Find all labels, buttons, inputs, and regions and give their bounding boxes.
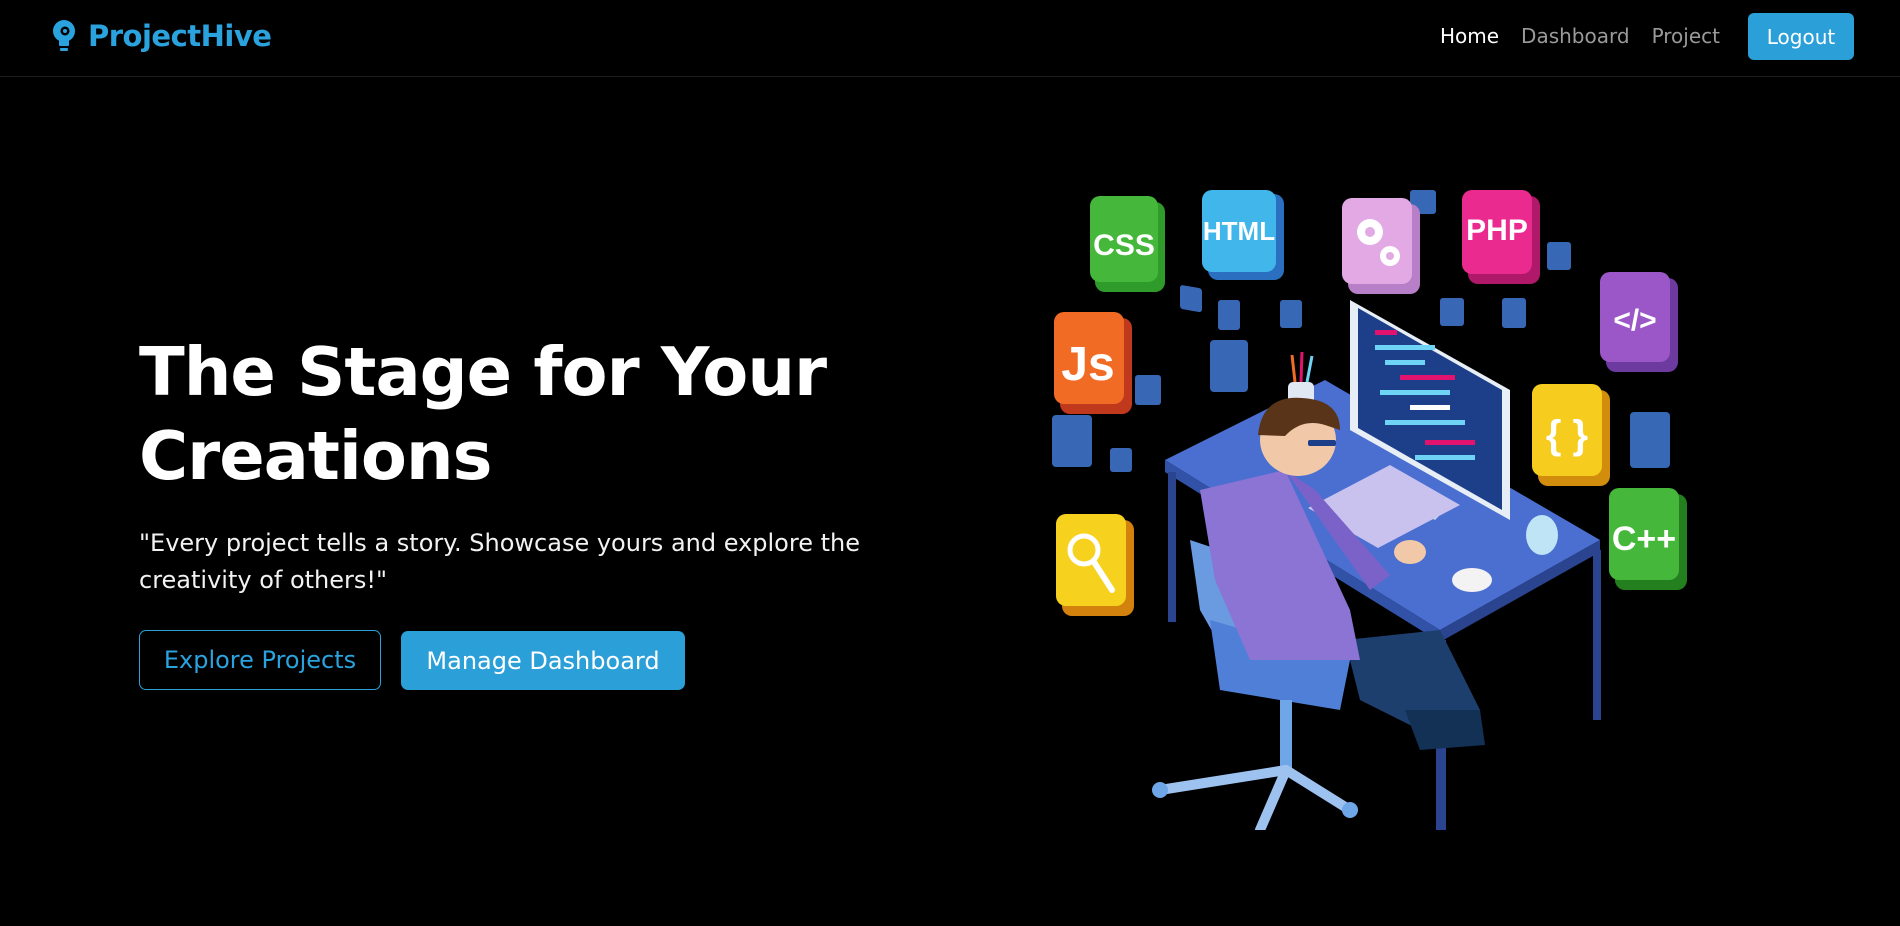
braces-tile-icon: { } — [1532, 384, 1610, 486]
nav-links: Home Dashboard Project — [1440, 24, 1720, 48]
lightbulb-gear-icon — [53, 20, 75, 51]
mug-icon — [1526, 515, 1558, 555]
magnifier-icon — [1056, 514, 1134, 616]
brand-logo[interactable]: ProjectHive — [48, 18, 272, 54]
brand-name[interactable]: ProjectHive — [88, 19, 272, 53]
cpp-tile-label: C++ — [1612, 520, 1676, 558]
code-tile-icon: </> — [1600, 272, 1678, 372]
cpp-tile-icon: C++ — [1609, 488, 1687, 590]
logout-button[interactable]: Logout — [1748, 13, 1854, 60]
html-tile-label: HTML — [1203, 216, 1275, 246]
php-tile-icon: PHP — [1462, 190, 1540, 284]
nav-project-link[interactable]: Project — [1652, 24, 1720, 48]
hero-subtitle: "Every project tells a story. Showcase y… — [139, 529, 860, 594]
js-tile-icon: Js — [1054, 312, 1132, 414]
php-tile-label: PHP — [1466, 214, 1528, 247]
css-tile-icon: CSS — [1090, 196, 1165, 292]
developer-illustration: CSS HTML PHP Js </> { } C++ — [1052, 190, 1687, 830]
js-tile-label: Js — [1061, 338, 1114, 391]
manage-dashboard-button[interactable]: Manage Dashboard — [401, 631, 685, 690]
top-navbar: ProjectHive Home Dashboard Project Logou… — [0, 0, 1900, 77]
hero-title: The Stage for Your Creations — [139, 333, 827, 495]
code-tile-label: </> — [1613, 304, 1656, 337]
mouse-icon — [1452, 568, 1492, 592]
nav-home-link[interactable]: Home — [1440, 24, 1499, 48]
html-tile-icon: HTML — [1202, 190, 1284, 280]
gears-icon — [1342, 198, 1420, 294]
css-tile-label: CSS — [1093, 229, 1155, 262]
nav-dashboard-link[interactable]: Dashboard — [1521, 24, 1630, 48]
explore-projects-button[interactable]: Explore Projects — [139, 630, 381, 690]
braces-tile-label: { } — [1546, 413, 1588, 457]
